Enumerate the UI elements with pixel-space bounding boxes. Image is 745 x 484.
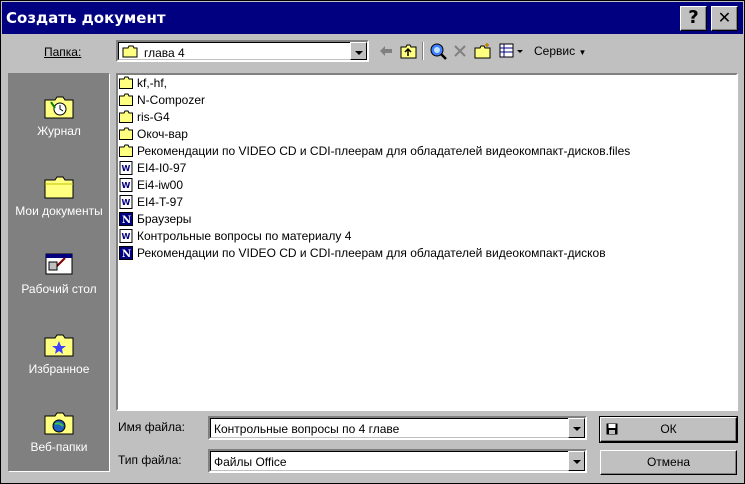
place-history[interactable]: Журнал	[9, 92, 109, 138]
html-document-icon: N	[119, 246, 133, 260]
folder-icon	[119, 76, 133, 89]
filetype-select[interactable]: Файлы Office	[208, 449, 587, 473]
favorites-icon	[44, 334, 74, 357]
word-document-icon: W	[119, 161, 133, 175]
close-button[interactable]: ✕	[711, 6, 738, 31]
ok-button[interactable]: ОК	[599, 416, 738, 443]
save-icon	[606, 423, 618, 435]
place-label: Рабочий стол	[21, 282, 97, 296]
place-label: Избранное	[28, 362, 90, 376]
folder-icon	[122, 45, 138, 58]
filename-value: Контрольные вопросы по 4 главе	[214, 422, 400, 436]
place-label: Мои документы	[15, 204, 103, 218]
word-document-icon: W	[119, 195, 133, 209]
html-document-icon: N	[119, 212, 133, 226]
file-name: Окоч-вар	[137, 127, 188, 141]
history-icon	[44, 96, 74, 119]
file-name: Ei4-iw00	[137, 178, 184, 192]
file-name: Рекомендации по VIDEO CD и CDI-плеерам д…	[137, 144, 631, 158]
folder-select[interactable]: глава 4	[116, 40, 369, 62]
web-search-icon[interactable]	[429, 42, 447, 60]
tools-menu-label: Сервис	[534, 44, 576, 58]
file-name: Рекомендации по VIDEO CD и CDI-плеерам д…	[137, 246, 606, 260]
word-document-icon: W	[119, 229, 133, 243]
filename-input[interactable]: Контрольные вопросы по 4 главе	[208, 416, 587, 440]
filename-label: Имя файла:	[118, 420, 185, 434]
web-folders-icon	[44, 412, 74, 435]
cancel-button-label: Отмена	[646, 455, 691, 469]
word-document-icon: W	[119, 178, 133, 192]
file-name: Браузеры	[137, 212, 192, 226]
place-web-folders[interactable]: Веб-папки	[9, 408, 109, 454]
places-bar: Журнал Мои документы Рабочий стол Избран…	[8, 73, 110, 472]
tools-chevron-icon: ▼	[578, 48, 587, 57]
file-name: EI4-I0-97	[137, 161, 187, 175]
svg-text:W: W	[122, 198, 131, 207]
place-label: Журнал	[37, 124, 81, 138]
cancel-button[interactable]: Отмена	[600, 450, 737, 475]
filetype-value: Файлы Office	[214, 455, 287, 469]
help-button[interactable]: ?	[680, 6, 707, 31]
views-icon[interactable]	[499, 43, 525, 59]
svg-text:W: W	[122, 181, 131, 190]
filetype-label: Тип файла:	[118, 453, 182, 467]
file-list[interactable]: kf,-hf, N-Compozer ris-G4 Окоч-вар Реком…	[116, 73, 738, 411]
place-desktop[interactable]: Рабочий стол	[9, 250, 109, 296]
up-folder-icon[interactable]	[400, 43, 417, 59]
file-name: N-Compozer	[137, 93, 206, 107]
create-document-dialog: Создать документ ? ✕ Папка: глава 4 Серв	[0, 0, 745, 484]
folder-icon	[119, 144, 133, 157]
toolbar-separator	[422, 42, 424, 60]
place-label: Веб-папки	[30, 440, 88, 454]
file-name: Контрольные вопросы по материалу 4	[137, 229, 352, 243]
place-favorites[interactable]: Избранное	[9, 330, 109, 376]
svg-text:N: N	[122, 249, 131, 260]
back-arrow-icon[interactable]	[379, 45, 393, 57]
place-my-documents[interactable]: Мои документы	[9, 172, 109, 218]
folder-icon	[119, 110, 133, 123]
new-folder-icon[interactable]	[474, 42, 492, 59]
chevron-down-icon[interactable]	[568, 451, 585, 471]
folder-label: Папка:	[44, 45, 81, 59]
file-name: EI4-T-97	[137, 195, 184, 209]
folder-label-text: Папка:	[44, 45, 82, 59]
svg-text:W: W	[122, 164, 131, 173]
folder-icon	[119, 127, 133, 140]
folder-icon	[119, 93, 133, 106]
desktop-icon	[45, 253, 73, 275]
svg-text:N: N	[122, 215, 131, 226]
ok-button-label: ОК	[660, 422, 677, 436]
tools-menu[interactable]: Сервис ▼	[534, 44, 586, 58]
my-documents-icon	[44, 176, 74, 199]
window-title: Создать документ	[6, 9, 166, 27]
svg-text:W: W	[122, 232, 131, 241]
file-name: ris-G4	[137, 110, 170, 124]
title-bar: Создать документ ? ✕	[2, 2, 743, 34]
file-name: kf,-hf,	[137, 76, 168, 90]
folder-select-value: глава 4	[144, 46, 185, 60]
chevron-down-icon[interactable]	[568, 418, 585, 438]
delete-icon[interactable]	[453, 44, 467, 58]
chevron-down-icon[interactable]	[350, 42, 367, 60]
